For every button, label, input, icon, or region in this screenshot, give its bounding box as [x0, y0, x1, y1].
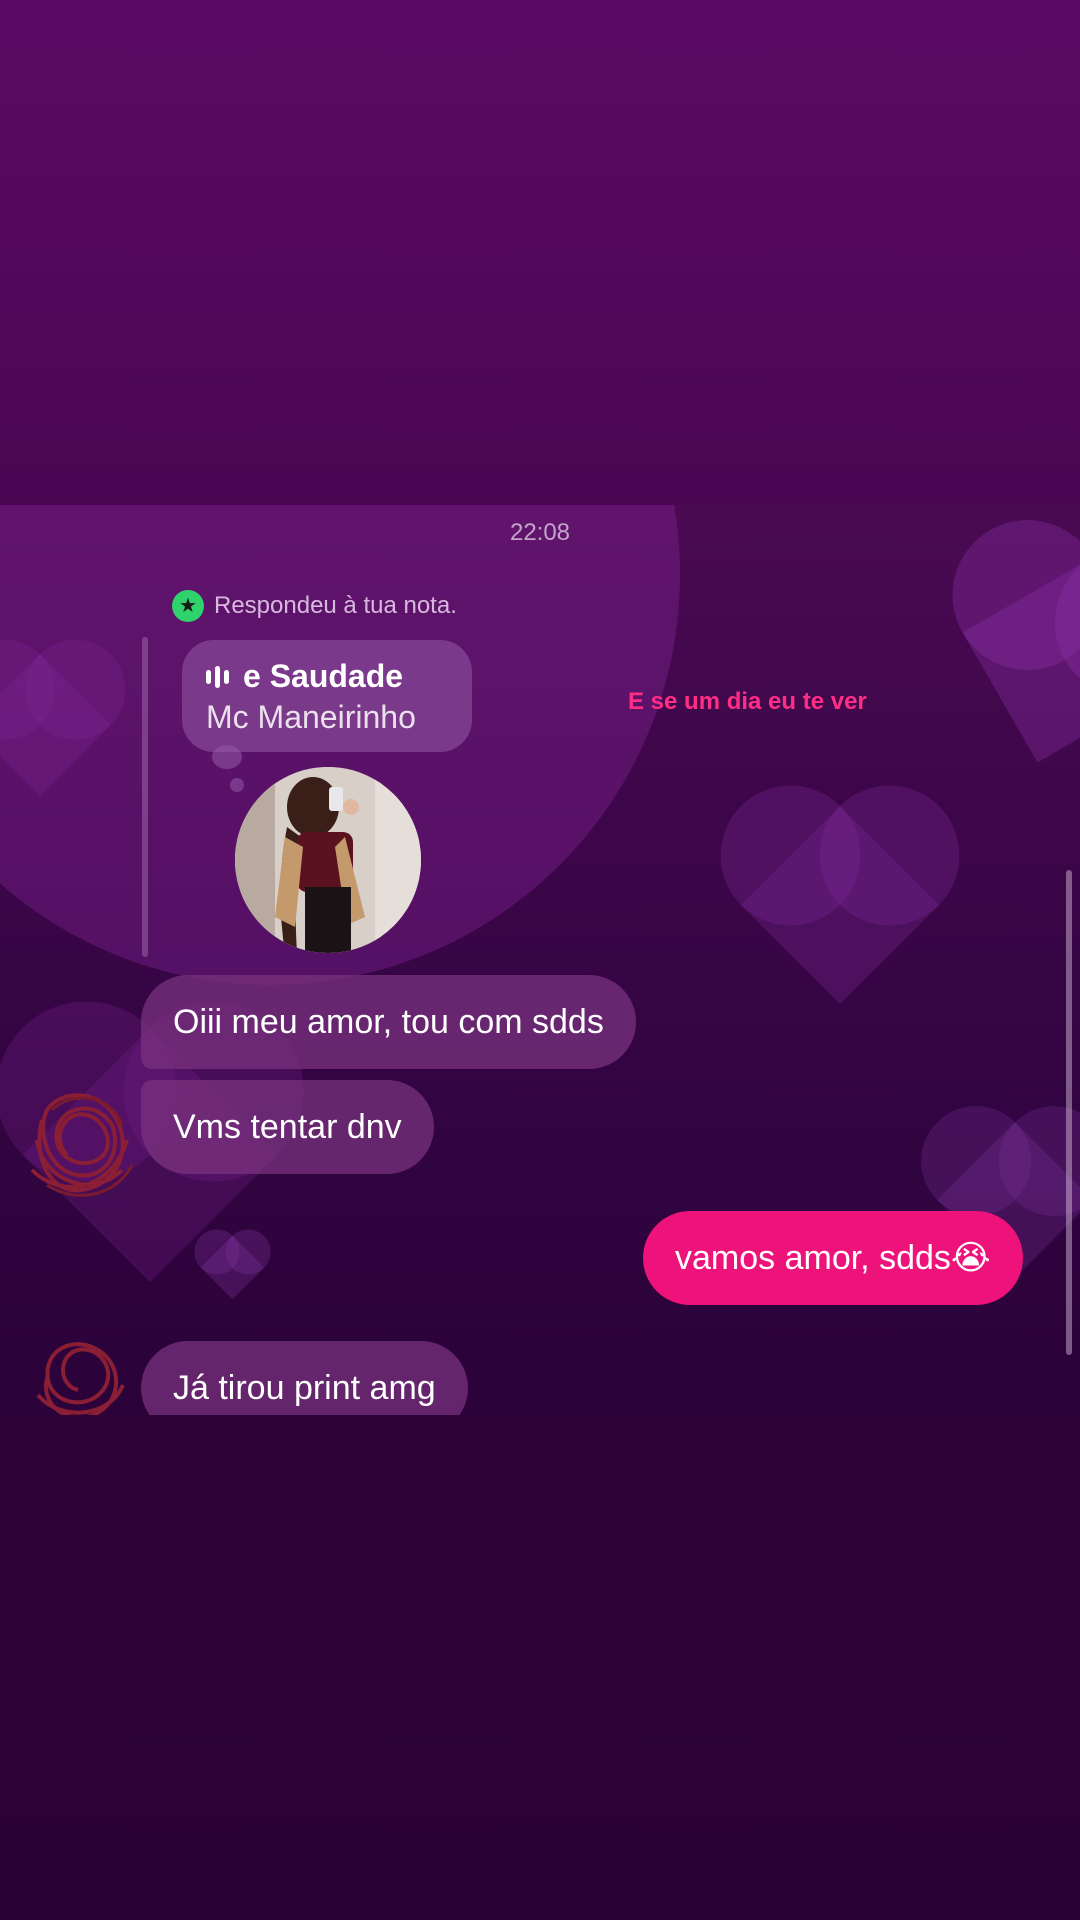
- star-icon: ★: [172, 590, 204, 622]
- reply-indicator-line: [142, 637, 148, 957]
- incoming-message-bubble[interactable]: Oiii meu amor, tou com sdds: [141, 975, 636, 1069]
- background-heart-icon: [962, 557, 1080, 763]
- lyric-overlay: E se um dia eu te ver: [628, 688, 867, 715]
- note-song-artist: Mc Maneirinho: [206, 699, 416, 735]
- note-bubble-tail: [230, 778, 244, 792]
- note-song-title: e Saudade: [243, 658, 404, 694]
- scribbled-avatar: [30, 1093, 134, 1197]
- background-heart-icon: [741, 806, 939, 1004]
- scribbled-avatar: [36, 1342, 125, 1415]
- outgoing-message-bubble[interactable]: vamos amor, sdds😭: [643, 1211, 1023, 1305]
- note-author-avatar[interactable]: [235, 767, 421, 953]
- audio-wave-icon: [206, 665, 229, 688]
- message-timestamp: 22:08: [509, 519, 571, 546]
- avatar-photo: [235, 767, 421, 953]
- note-bubble-tail: [212, 745, 242, 769]
- reply-note-text: Respondeu à tua nota.: [214, 592, 457, 619]
- background-heart-icon: [200, 1235, 265, 1300]
- music-note-bubble[interactable]: e Saudade Mc Maneirinho: [182, 640, 472, 752]
- scrollbar[interactable]: [1066, 870, 1072, 1355]
- chat-screenshot-area: 22:08 ★ Respondeu à tua nota. e Saudade …: [0, 505, 1080, 1415]
- reply-note-label: ★ Respondeu à tua nota.: [172, 590, 457, 622]
- incoming-message-bubble[interactable]: Vms tentar dnv: [141, 1080, 434, 1174]
- incoming-message-bubble[interactable]: Já tirou print amg: [141, 1341, 468, 1415]
